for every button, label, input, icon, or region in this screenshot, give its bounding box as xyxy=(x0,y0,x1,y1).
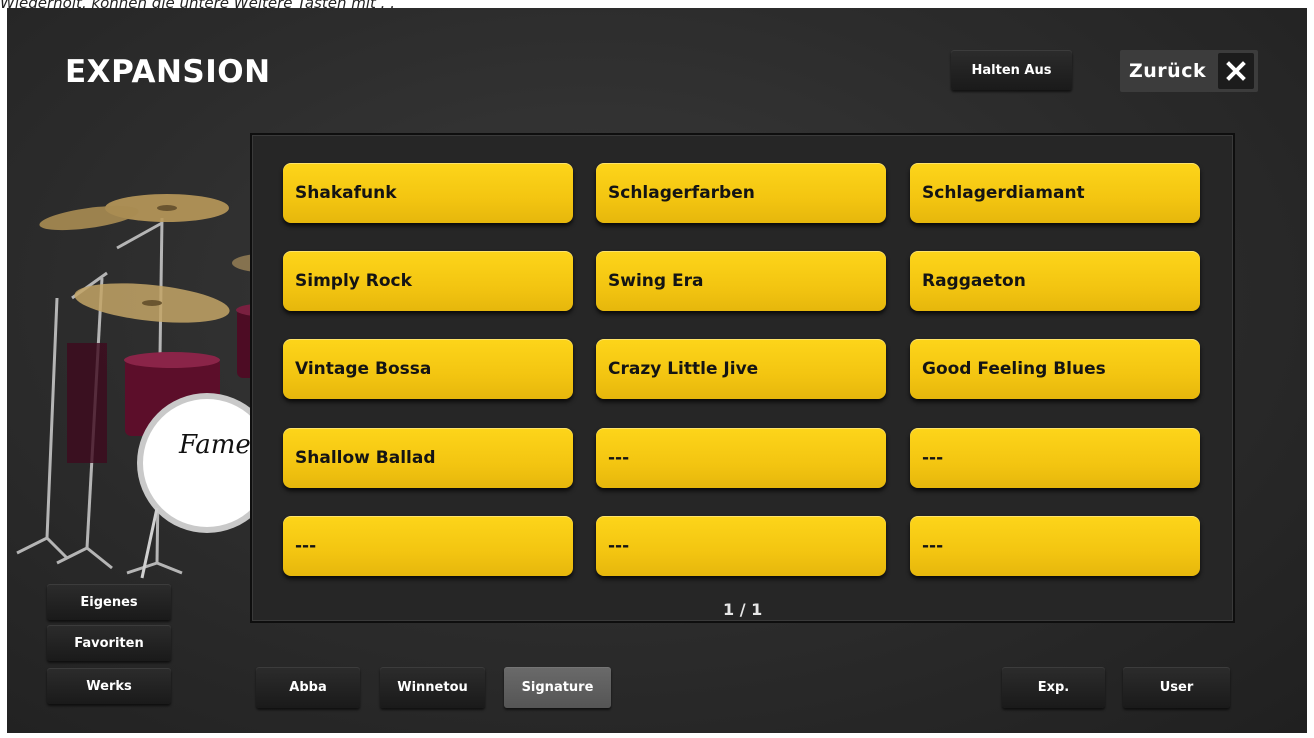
expansion-screen: EXPANSION Halten Aus Zurück Fame Shakafu… xyxy=(7,8,1307,733)
style-tile[interactable]: --- xyxy=(283,516,573,576)
style-tile[interactable]: --- xyxy=(596,428,886,488)
style-tile[interactable]: Vintage Bossa xyxy=(283,339,573,399)
page-indicator: 1 / 1 xyxy=(723,600,763,619)
eigenes-button[interactable]: Eigenes xyxy=(47,584,171,620)
werks-button[interactable]: Werks xyxy=(47,668,171,704)
style-tile[interactable]: Schlagerdiamant xyxy=(910,163,1200,223)
winnetou-button[interactable]: Winnetou xyxy=(380,667,485,708)
style-tile[interactable]: --- xyxy=(910,516,1200,576)
favoriten-button[interactable]: Favoriten xyxy=(47,625,171,661)
style-tile[interactable]: Schlagerfarben xyxy=(596,163,886,223)
page-title: EXPANSION xyxy=(65,54,271,90)
abba-button[interactable]: Abba xyxy=(256,667,360,708)
style-tile[interactable]: Shakafunk xyxy=(283,163,573,223)
style-tile[interactable]: Good Feeling Blues xyxy=(910,339,1200,399)
style-tile[interactable]: Shallow Ballad xyxy=(283,428,573,488)
exp-button[interactable]: Exp. xyxy=(1002,667,1105,708)
style-tile[interactable]: Crazy Little Jive xyxy=(596,339,886,399)
style-tile[interactable]: Simply Rock xyxy=(283,251,573,311)
back-button[interactable]: Zurück xyxy=(1120,50,1258,92)
back-button-label: Zurück xyxy=(1129,60,1207,82)
close-icon[interactable] xyxy=(1218,53,1254,89)
signature-button[interactable]: Signature xyxy=(504,667,611,708)
hold-off-button[interactable]: Halten Aus xyxy=(951,50,1072,90)
style-tile[interactable]: --- xyxy=(910,428,1200,488)
style-tile[interactable]: Raggaeton xyxy=(910,251,1200,311)
style-tile[interactable]: Swing Era xyxy=(596,251,886,311)
drum-logo-text: Fame xyxy=(178,430,251,460)
user-button[interactable]: User xyxy=(1123,667,1230,708)
style-tile[interactable]: --- xyxy=(596,516,886,576)
